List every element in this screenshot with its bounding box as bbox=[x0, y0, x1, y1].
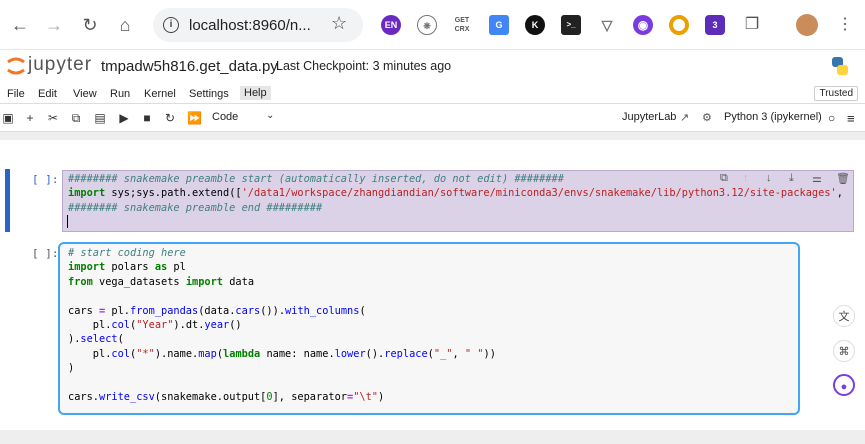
cell-code[interactable]: # start coding here import polars as pl … bbox=[68, 246, 496, 404]
add-cell-icon[interactable]: + bbox=[23, 111, 37, 125]
move-down-icon[interactable]: ↓ bbox=[766, 172, 772, 184]
more-icon[interactable]: ≡ bbox=[847, 111, 855, 126]
checkpoint-status: Last Checkpoint: 3 minutes ago bbox=[276, 59, 452, 73]
extensions-icon[interactable]: ❐ bbox=[740, 13, 764, 37]
apps-float-icon[interactable]: ⌘ bbox=[833, 340, 855, 362]
translate-float-icon[interactable]: 文 bbox=[833, 305, 855, 327]
menu-edit[interactable]: Edit bbox=[38, 88, 57, 100]
chevron-down-icon[interactable]: ⌄ bbox=[266, 110, 274, 121]
copy-icon[interactable]: ⧉ bbox=[69, 111, 83, 126]
forward-icon[interactable]: → bbox=[42, 13, 66, 37]
translate-icon[interactable]: G bbox=[489, 15, 509, 35]
insert-below-icon[interactable]: ⚌ bbox=[812, 172, 822, 185]
chrome-ring-icon[interactable] bbox=[669, 15, 689, 35]
browser-menu-icon[interactable]: ⋮ bbox=[833, 13, 857, 37]
cell-prompt: [ ]: bbox=[32, 247, 59, 260]
menu-run[interactable]: Run bbox=[110, 88, 130, 100]
assistant-float-icon[interactable]: ● bbox=[833, 374, 855, 396]
trusted-badge[interactable]: Trusted bbox=[814, 86, 858, 101]
external-link-icon[interactable]: ↗ bbox=[680, 111, 689, 124]
menu-kernel[interactable]: Kernel bbox=[144, 88, 176, 100]
python-logo-icon bbox=[832, 57, 848, 75]
badge-icon[interactable]: 3 bbox=[705, 15, 725, 35]
move-up-icon[interactable]: ↑ bbox=[743, 172, 749, 184]
menu-view[interactable]: View bbox=[73, 88, 97, 100]
text-cursor bbox=[67, 215, 68, 228]
terminal-icon[interactable]: >_ bbox=[561, 15, 581, 35]
cut-icon[interactable]: ✂ bbox=[46, 111, 60, 125]
back-icon[interactable]: ← bbox=[8, 13, 32, 37]
notebook-name[interactable]: tmpadw5h816.get_data.py bbox=[101, 58, 278, 75]
delete-cell-icon[interactable]: 🗑 bbox=[836, 172, 850, 185]
avatar[interactable] bbox=[796, 14, 818, 36]
restart-icon[interactable]: ↻ bbox=[163, 111, 177, 125]
browser-toolbar: ← → ↻ ⌂ i localhost:8960/n... ☆ EN ❋ GET… bbox=[0, 0, 865, 50]
kernel-name[interactable]: Python 3 (ipykernel) bbox=[724, 111, 822, 123]
jupyter-logo-icon bbox=[7, 57, 25, 75]
jupyterlab-link[interactable]: JupyterLab bbox=[622, 111, 676, 123]
fast-forward-icon[interactable]: ⏩ bbox=[187, 111, 202, 125]
debug-icon[interactable]: ⚙ bbox=[702, 111, 712, 124]
menu-file[interactable]: File bbox=[7, 88, 25, 100]
menu-bar: File Edit View Run Kernel Settings Help bbox=[0, 84, 865, 104]
vue-icon[interactable]: ▽ bbox=[597, 15, 617, 35]
paste-icon[interactable]: ▤ bbox=[93, 111, 107, 125]
notebook-toolbar: ▣ + ✂ ⧉ ▤ ▶ ■ ↻ ⏩ Code ⌄ JupyterLab ↗ ⚙ … bbox=[0, 105, 865, 132]
save-icon[interactable]: ▣ bbox=[1, 111, 15, 125]
cell-prompt: [ ]: bbox=[32, 173, 59, 186]
menu-settings[interactable]: Settings bbox=[189, 88, 229, 100]
home-icon[interactable]: ⌂ bbox=[113, 13, 137, 37]
reload-icon[interactable]: ↻ bbox=[78, 13, 102, 37]
get-crx-icon[interactable]: GET CRX bbox=[452, 15, 472, 35]
menu-help[interactable]: Help bbox=[240, 86, 271, 100]
k-icon[interactable]: K bbox=[525, 15, 545, 35]
stop-icon[interactable]: ■ bbox=[140, 111, 154, 125]
run-icon[interactable]: ▶ bbox=[117, 111, 131, 125]
cell-type-select[interactable]: Code bbox=[212, 111, 238, 123]
active-cell-indicator bbox=[5, 169, 10, 232]
en-icon[interactable]: EN bbox=[381, 15, 401, 35]
site-info-icon[interactable]: i bbox=[163, 17, 179, 33]
duplicate-cell-icon[interactable]: ⧉ bbox=[720, 172, 728, 185]
jupyter-brand[interactable]: jupyter bbox=[28, 54, 92, 76]
kernel-status-icon: ○ bbox=[828, 111, 836, 125]
bookmark-star-icon[interactable]: ☆ bbox=[331, 13, 347, 34]
insert-above-icon[interactable]: ⤓ bbox=[789, 172, 794, 185]
openai-icon[interactable]: ❋ bbox=[417, 15, 437, 35]
url-text[interactable]: localhost:8960/n... bbox=[189, 17, 311, 34]
ghost-icon[interactable]: ◉ bbox=[633, 15, 653, 35]
address-bar[interactable]: i localhost:8960/n... ☆ bbox=[153, 8, 363, 42]
